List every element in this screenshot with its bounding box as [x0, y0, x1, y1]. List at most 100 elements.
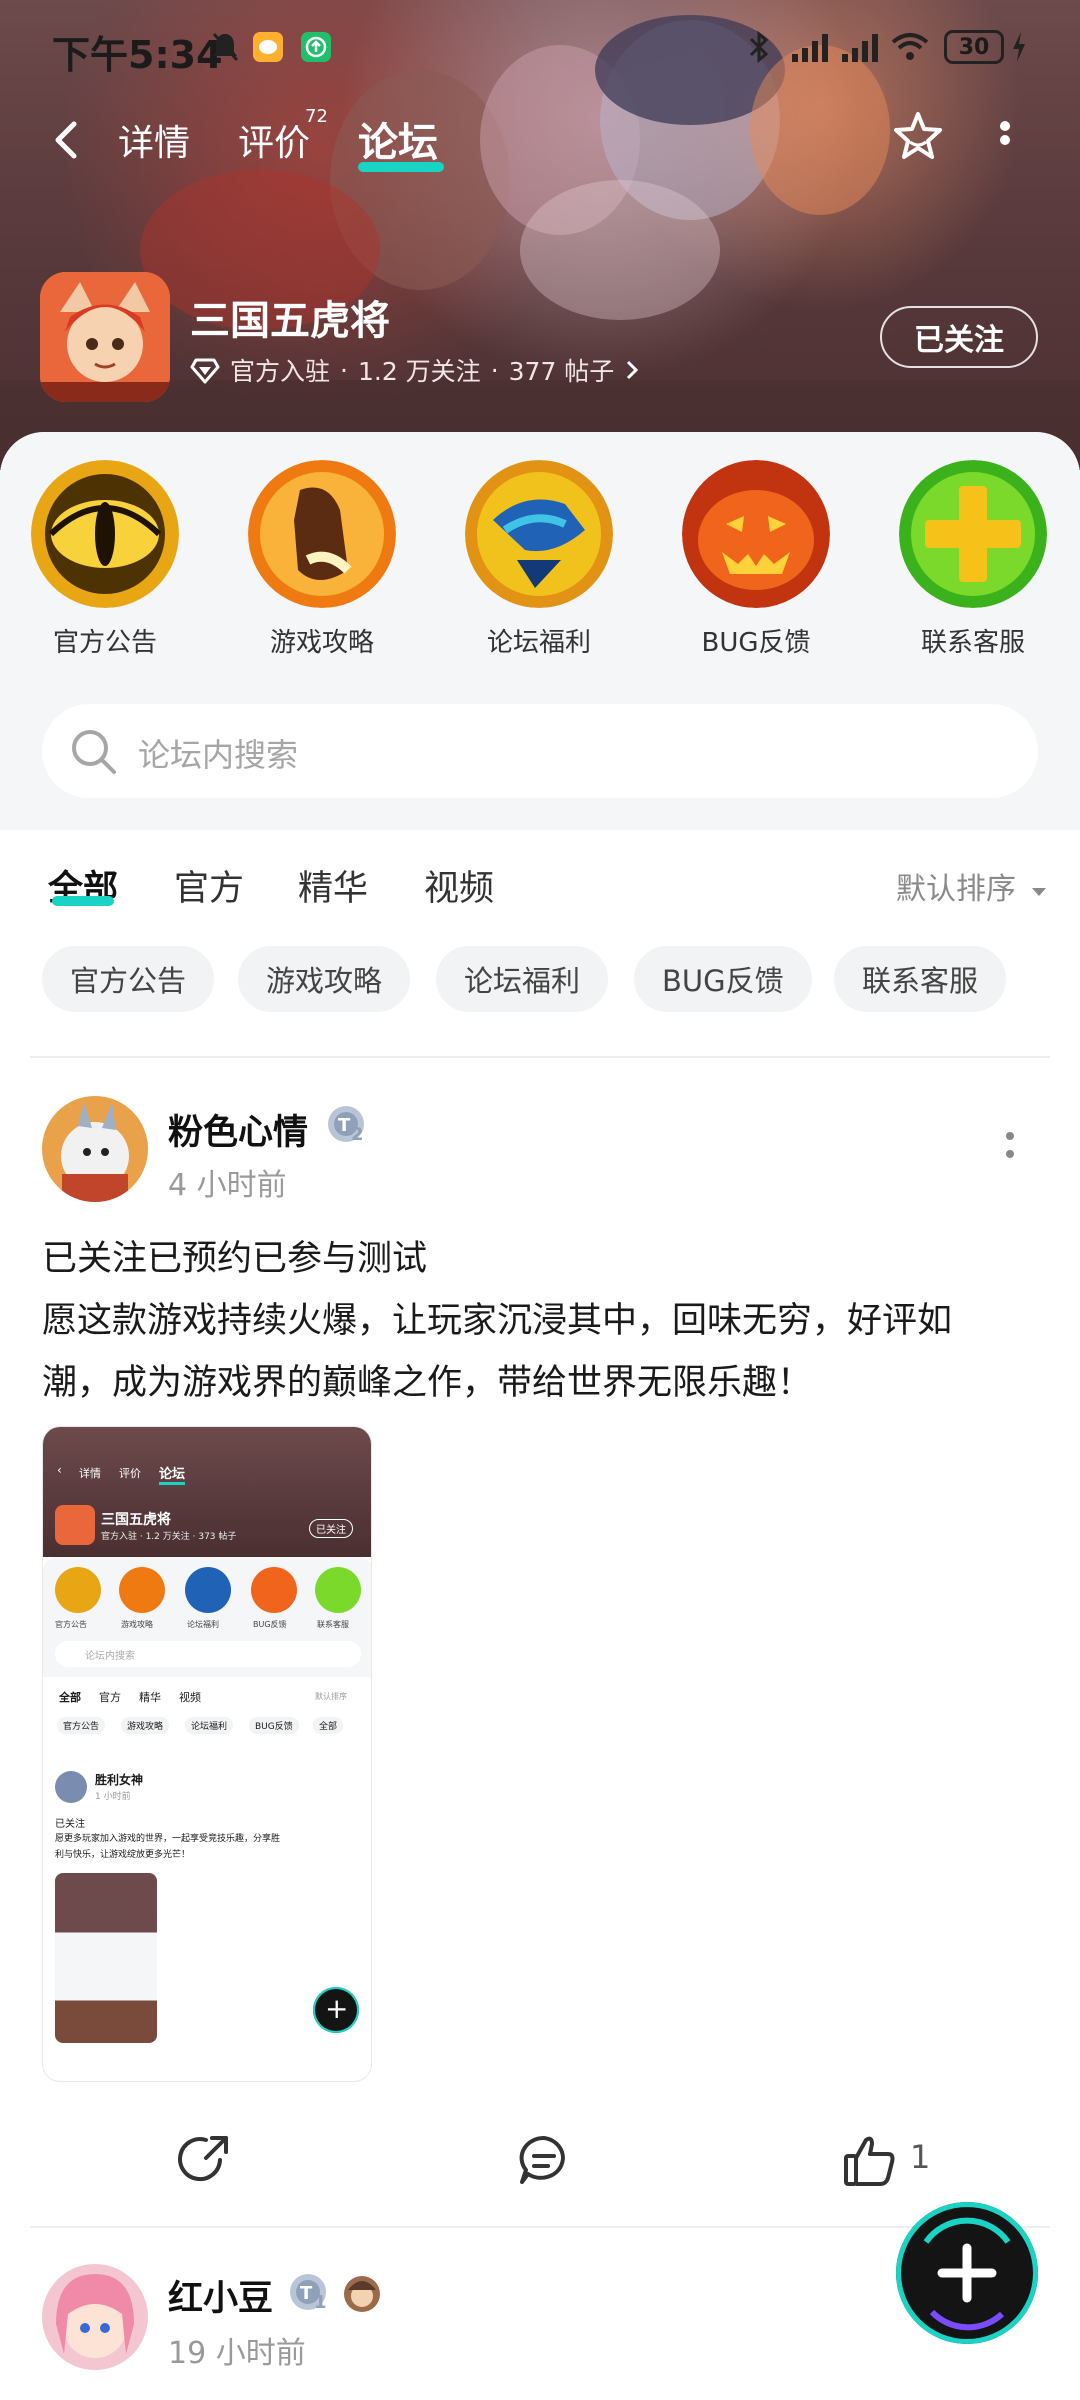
reviews-count-badge: 72: [305, 106, 328, 127]
sort-label: 默认排序: [896, 872, 1016, 907]
favorite-star-icon[interactable]: [888, 108, 948, 168]
header-banner: 下午5:34 30 详情 评价 72 论坛 三国五虎将 官方入驻 · 1.2 万…: [0, 0, 1080, 470]
thumb-tab: 评价: [119, 1467, 141, 1480]
chip-guides[interactable]: 游戏攻略: [238, 946, 411, 1012]
top-navigation: 详情 评价 72 论坛: [0, 100, 1080, 180]
thumb-chip: BUG反馈: [249, 1717, 299, 1734]
mute-bell-icon: [212, 33, 239, 61]
post-image[interactable]: ‹ 详情 评价 论坛 三国五虎将 官方入驻 · 1.2 万关注 · 373 帖子…: [42, 1426, 372, 2082]
quick-entry-label: 游戏攻略: [269, 628, 374, 658]
quick-entry-announcements[interactable]: 官方公告: [30, 460, 180, 659]
thumb-sort: 默认排序: [315, 1692, 347, 1701]
filter-tab-featured[interactable]: 精华: [298, 860, 368, 911]
official-label: 官方入驻: [230, 357, 331, 386]
share-icon[interactable]: [176, 2130, 236, 2190]
thumb-entry-label: BUG反馈: [253, 1620, 287, 1629]
quick-entry-label: 论坛福利: [486, 628, 591, 658]
back-arrow-icon[interactable]: [46, 118, 90, 162]
post-author[interactable]: 粉色心情: [168, 1104, 308, 1155]
search-placeholder: 论坛内搜索: [138, 736, 299, 774]
battery-icon: 30: [944, 30, 1004, 64]
forum-search-input[interactable]: 论坛内搜索: [42, 704, 1038, 798]
like-thumb-icon[interactable]: [840, 2130, 900, 2190]
thumb-chip: 游戏攻略: [121, 1717, 170, 1734]
quick-entry-guides[interactable]: 游戏攻略: [247, 460, 397, 659]
post-author[interactable]: 红小豆: [168, 2270, 273, 2321]
tab-reviews[interactable]: 评价: [238, 114, 310, 166]
filter-tab-video[interactable]: 视频: [424, 860, 494, 911]
comment-icon[interactable]: [514, 2130, 574, 2190]
level-number: 1: [314, 2292, 327, 2313]
thumb-entry-ball: [251, 1567, 297, 1613]
signal-1-icon: [792, 34, 828, 62]
create-post-button[interactable]: [896, 2202, 1038, 2344]
pumpkin-icon: [682, 460, 830, 608]
upload-app-icon: [301, 32, 331, 62]
game-meta[interactable]: 官方入驻 · 1.2 万关注 · 377 帖子: [190, 352, 642, 388]
thumb-avatar: [55, 1771, 87, 1803]
avatar[interactable]: [42, 1096, 148, 1202]
thumb-chip: 全部: [313, 1717, 344, 1734]
meta-separator: ·: [490, 355, 499, 385]
charging-icon: [1013, 32, 1025, 62]
sort-dropdown[interactable]: 默认排序: [896, 864, 1048, 908]
thumb-line: 已关注: [55, 1819, 85, 1830]
post-line: 已关注已预约已参与测试: [42, 1239, 428, 1279]
filter-tab-official[interactable]: 官方: [174, 860, 244, 911]
filter-tab-indicator: [52, 896, 114, 906]
signal-2-icon: [842, 34, 878, 62]
chip-announcements[interactable]: 官方公告: [42, 946, 215, 1012]
post-content[interactable]: 已关注已预约已参与测试 愿这款游戏持续火爆，让玩家沉浸其中，回味无穷，好评如 潮…: [42, 1228, 1042, 1414]
thumb-plus-icon: +: [325, 1992, 349, 2025]
fist-icon: [248, 460, 396, 608]
thumb-line: 利与快乐，让游戏绽放更多光芒！: [55, 1850, 191, 1860]
search-icon: [72, 730, 116, 774]
thumb-author: 胜利女神: [95, 1773, 144, 1787]
post-time: 4 小时前: [168, 1168, 287, 1203]
chip-support[interactable]: 联系客服: [834, 946, 1007, 1012]
filter-tabs: 全部 官方 精华 视频 默认排序: [0, 850, 1080, 920]
level-badge-letter: T: [338, 1115, 351, 1136]
game-icon[interactable]: [40, 272, 170, 402]
chip-bug-report[interactable]: BUG反馈: [634, 946, 812, 1012]
thumb-title: 三国五虎将: [101, 1512, 171, 1528]
status-bar: 下午5:34 30: [0, 0, 1080, 92]
active-tab-indicator: [358, 162, 444, 172]
thumb-filter-tab: 精华: [139, 1691, 161, 1704]
chip-benefits[interactable]: 论坛福利: [436, 946, 609, 1012]
thumb-tab: 论坛: [159, 1463, 186, 1485]
followers-count: 1.2 万关注: [357, 357, 481, 386]
thumb-follow: 已关注: [309, 1519, 353, 1538]
tab-forum[interactable]: 论坛: [358, 110, 438, 168]
tab-details[interactable]: 详情: [118, 114, 190, 166]
thumb-filter-tab: 官方: [99, 1691, 121, 1704]
more-vertical-icon[interactable]: [1000, 1124, 1020, 1174]
thumb-filter-tab: 全部: [59, 1691, 81, 1704]
thumb-chip: 官方公告: [57, 1717, 106, 1734]
thumb-filter-tab: 视频: [179, 1691, 201, 1704]
quick-entry-label: 联系客服: [920, 628, 1025, 658]
diamond-icon: [190, 358, 220, 384]
avatar[interactable]: [42, 2264, 148, 2370]
game-avatar-art: [40, 272, 170, 402]
thumb-back-icon: ‹: [57, 1463, 62, 1477]
quick-entry-label: BUG反馈: [701, 628, 811, 658]
wifi-icon: [891, 33, 929, 60]
thumb-line: 愿更多玩家加入游戏的世界，一起享受竞技乐趣，分享胜: [55, 1834, 281, 1844]
more-vertical-icon[interactable]: [990, 120, 1020, 160]
thumb-entry-ball: [185, 1567, 231, 1613]
follow-button[interactable]: 已关注: [880, 306, 1038, 368]
thumb-entry-label: 官方公告: [55, 1620, 87, 1629]
post-line: 潮，成为游戏界的巅峰之作，带给世界无限乐趣！: [42, 1363, 813, 1403]
quick-entry-support[interactable]: 联系客服: [898, 460, 1048, 659]
like-count: 1: [910, 2138, 931, 2176]
cat-eye-icon: [31, 460, 179, 608]
thumb-meta: 官方入驻 · 1.2 万关注 · 373 帖子: [101, 1532, 237, 1542]
game-title: 三国五虎将: [190, 298, 390, 344]
quick-entry-bug-report[interactable]: BUG反馈: [681, 460, 831, 659]
meta-separator: ·: [340, 355, 348, 385]
thumb-entry-label: 游戏攻略: [121, 1620, 153, 1629]
quick-entry-benefits[interactable]: 论坛福利: [464, 460, 614, 659]
thumb-chip: 论坛福利: [185, 1717, 234, 1734]
gift-hand-icon: [465, 460, 613, 608]
